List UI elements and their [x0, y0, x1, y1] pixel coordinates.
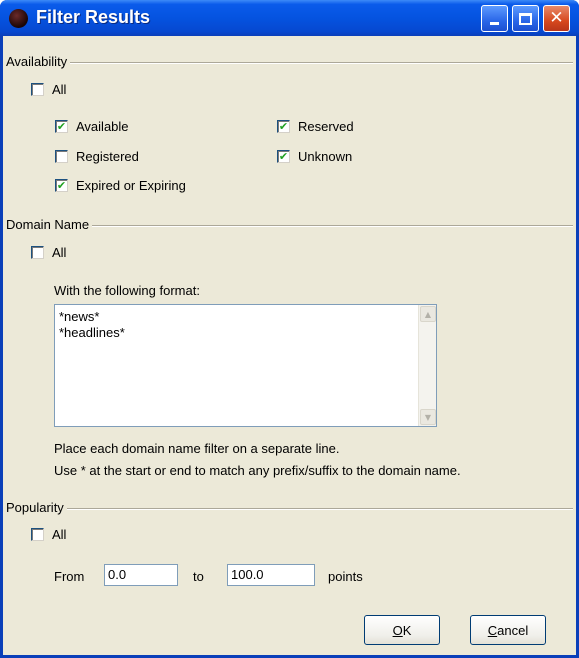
- registered-checkbox[interactable]: Registered: [55, 149, 139, 164]
- checkbox-box: [31, 83, 44, 96]
- popularity-group: Popularity: [6, 500, 573, 600]
- vertical-scrollbar[interactable]: ▲ ▼: [418, 305, 436, 426]
- checkbox-box: [31, 246, 44, 259]
- domain-name-group-label: Domain Name: [6, 217, 93, 232]
- app-icon: [9, 9, 28, 28]
- minimize-button[interactable]: [481, 5, 508, 32]
- registered-label: Registered: [76, 149, 139, 164]
- format-label: With the following format:: [54, 283, 200, 298]
- reserved-checkbox[interactable]: ✔ Reserved: [277, 119, 354, 134]
- cancel-button[interactable]: Cancel: [470, 615, 546, 645]
- cancel-accelerator: C: [487, 622, 498, 638]
- check-mark-icon: ✔: [55, 179, 68, 192]
- popularity-group-label: Popularity: [6, 500, 67, 515]
- unknown-label: Unknown: [298, 149, 353, 164]
- checkbox-box: [31, 528, 44, 541]
- availability-all-label: All: [52, 82, 67, 97]
- domain-all-label: All: [52, 245, 67, 260]
- scroll-up-arrow-icon[interactable]: ▲: [420, 306, 436, 322]
- available-checkbox[interactable]: ✔ Available: [55, 119, 129, 134]
- unknown-checkbox[interactable]: ✔ Unknown: [277, 149, 352, 164]
- to-label: to: [193, 569, 204, 584]
- close-icon: ✕: [549, 8, 564, 28]
- check-mark-icon: ✔: [277, 120, 290, 133]
- expired-label: Expired or Expiring: [76, 178, 186, 193]
- scroll-down-arrow-icon[interactable]: ▼: [420, 409, 436, 425]
- cancel-label-rest: ancel: [497, 622, 529, 638]
- available-label: Available: [76, 119, 129, 134]
- from-label: From: [54, 569, 85, 584]
- popularity-all-label: All: [52, 527, 67, 542]
- domain-all-checkbox[interactable]: All: [31, 245, 66, 260]
- popularity-all-checkbox[interactable]: All: [31, 527, 66, 542]
- check-mark-icon: ✔: [277, 150, 290, 163]
- ok-button[interactable]: OK: [364, 615, 440, 645]
- to-input[interactable]: 100.0: [227, 564, 315, 586]
- check-mark-icon: ✔: [55, 120, 68, 133]
- points-label: points: [328, 569, 363, 584]
- maximize-icon: [519, 12, 532, 25]
- availability-group-label: Availability: [6, 54, 71, 69]
- domain-filter-text[interactable]: *news* *headlines*: [59, 309, 414, 341]
- ok-accelerator: O: [392, 622, 403, 638]
- minimize-icon: [490, 21, 499, 25]
- window-title: Filter Results: [36, 7, 151, 27]
- maximize-button[interactable]: [512, 5, 539, 32]
- ok-label-rest: K: [402, 622, 412, 638]
- close-button[interactable]: ✕: [543, 5, 570, 32]
- help-text-line-1: Place each domain name filter on a separ…: [54, 441, 340, 456]
- availability-all-checkbox[interactable]: All: [31, 82, 66, 97]
- reserved-label: Reserved: [298, 119, 354, 134]
- help-text-line-2: Use * at the start or end to match any p…: [54, 463, 461, 478]
- from-input[interactable]: 0.0: [104, 564, 178, 586]
- checkbox-box: [55, 150, 68, 163]
- expired-checkbox[interactable]: ✔ Expired or Expiring: [55, 178, 186, 193]
- domain-filter-textarea[interactable]: *news* *headlines* ▲ ▼: [54, 304, 437, 427]
- title-bar[interactable]: Filter Results ✕: [0, 0, 579, 36]
